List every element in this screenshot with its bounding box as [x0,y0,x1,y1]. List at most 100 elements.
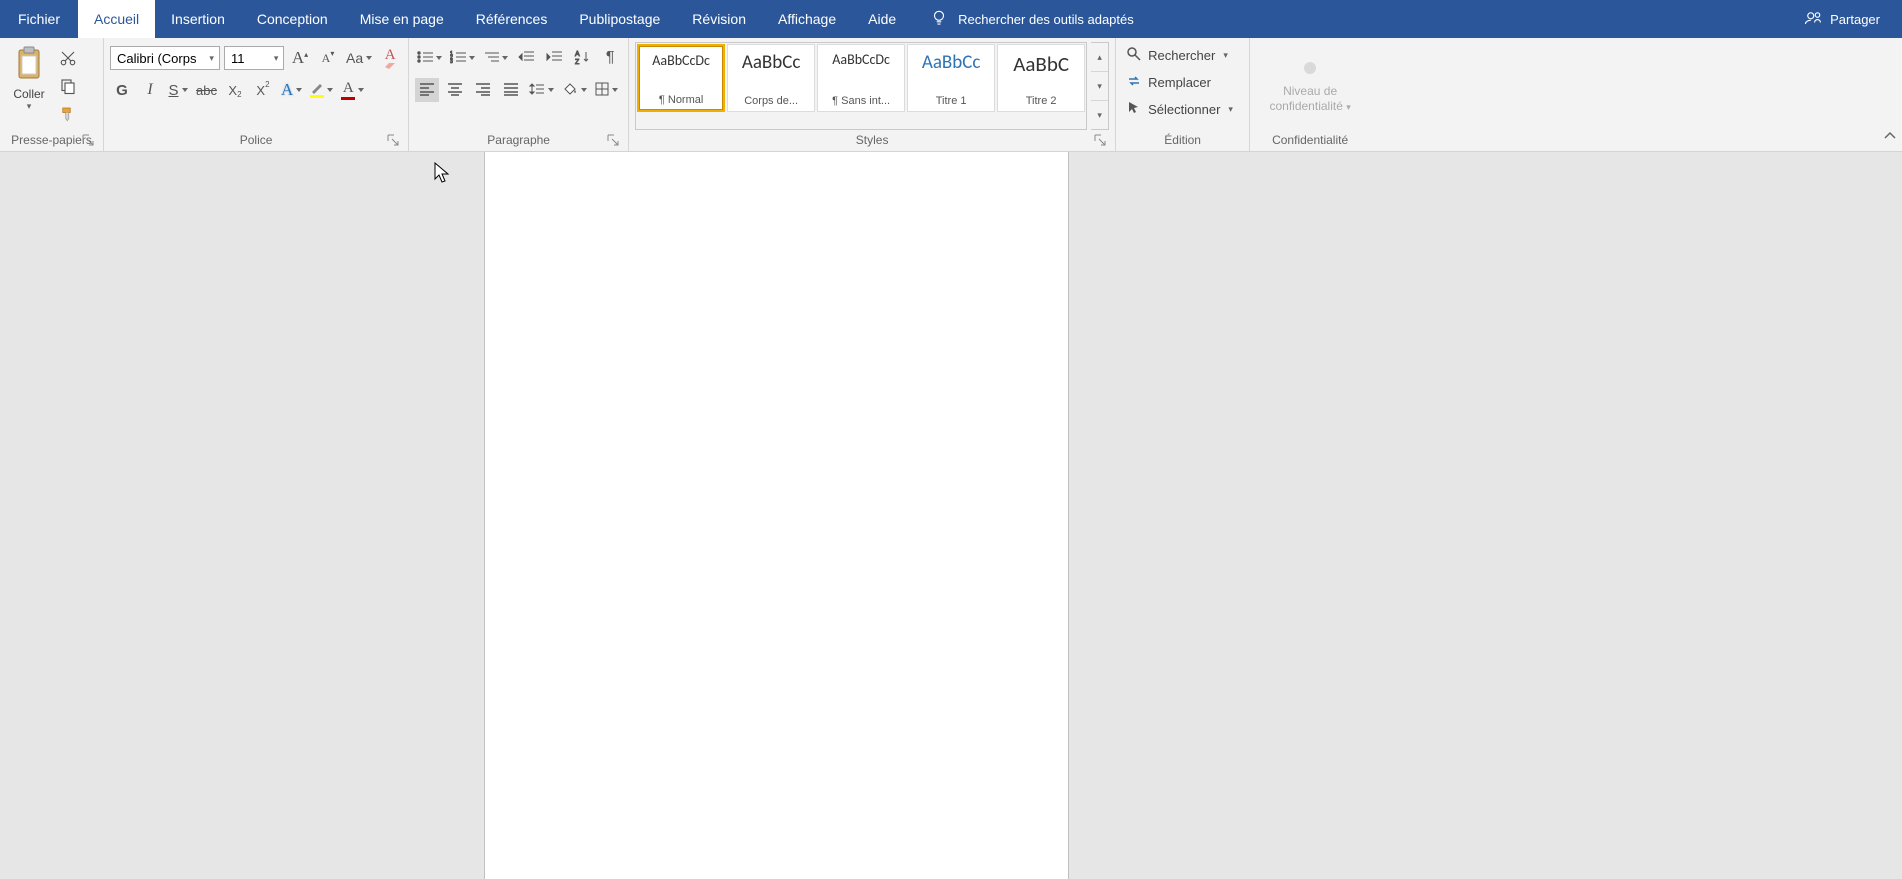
sort-icon: AZ [574,49,590,68]
svg-text:3: 3 [450,59,453,64]
collapse-ribbon-button[interactable] [1882,128,1898,147]
align-left-icon [419,82,435,99]
tab-view[interactable]: Affichage [762,0,852,38]
share-button[interactable]: Partager [1782,0,1902,38]
tell-me-search[interactable]: Rechercher des outils adaptés [912,0,1152,38]
shading-button[interactable] [560,78,589,102]
paragraph-launcher[interactable] [606,133,620,147]
chevron-down-icon[interactable]: ▾ [271,53,281,64]
strikethrough-button[interactable]: abc [194,78,219,102]
styles-scroll: ▴ ▾ ▾ [1091,42,1109,130]
document-workspace[interactable] [0,152,1902,879]
sensitivity-button: Niveau de confidentialité ▾ [1256,42,1364,130]
clear-formatting-button[interactable]: A [378,46,402,70]
clipboard-launcher[interactable] [81,133,95,147]
styles-group-label: Styles [856,133,889,147]
select-button[interactable]: Sélectionner ▾ [1122,98,1237,121]
ribbon: Coller ▾ [0,38,1902,152]
shrink-font-button[interactable]: A▾ [316,46,340,70]
grow-font-button[interactable]: A▴ [288,46,312,70]
align-right-button[interactable] [471,78,495,102]
style-heading-1[interactable]: AaBbCc Titre 1 [907,44,995,112]
underline-button[interactable]: S [166,78,190,102]
align-left-button[interactable] [415,78,439,102]
style-normal[interactable]: AaBbCcDc ¶ Normal [637,44,725,112]
borders-icon [595,82,609,99]
text-effects-button[interactable]: A [279,78,304,102]
group-styles: AaBbCcDc ¶ Normal AaBbCc Corps de... AaB… [629,38,1116,151]
italic-button[interactable]: I [138,78,162,102]
bold-button[interactable]: G [110,78,134,102]
style-no-spacing[interactable]: AaBbCcDc ¶ Sans int... [817,44,905,112]
align-right-icon [475,82,491,99]
share-icon [1804,9,1822,30]
cursor-icon [1126,100,1142,119]
show-marks-button[interactable]: ¶ [598,46,622,70]
font-group-label: Police [240,133,273,147]
clipboard-icon [13,46,45,85]
tab-insert[interactable]: Insertion [155,0,241,38]
style-body-text[interactable]: AaBbCc Corps de... [727,44,815,112]
document-page[interactable] [484,152,1069,879]
group-sensitivity: Niveau de confidentialité ▾ Confidential… [1250,38,1370,151]
tab-help[interactable]: Aide [852,0,912,38]
group-paragraph: 123 AZ ¶ [409,38,629,151]
format-painter-button[interactable] [56,104,80,126]
styles-expand[interactable]: ▾ [1091,101,1108,129]
increase-indent-button[interactable] [542,46,566,70]
cut-button[interactable] [56,48,80,70]
decrease-indent-button[interactable] [514,46,538,70]
group-editing: Rechercher ▾ Remplacer Sélectionner ▾ Éd… [1116,38,1250,151]
paste-button[interactable]: Coller ▾ [6,42,52,130]
justify-button[interactable] [499,78,523,102]
styles-scroll-up[interactable]: ▴ [1091,43,1108,72]
eraser-icon: A [383,48,397,69]
search-icon [1126,46,1142,65]
bullet-list-icon [417,50,433,67]
share-label: Partager [1830,12,1880,27]
font-size-input[interactable] [231,51,271,66]
sort-button[interactable]: AZ [570,46,594,70]
find-button[interactable]: Rechercher ▾ [1122,44,1237,67]
align-center-button[interactable] [443,78,467,102]
borders-button[interactable] [593,78,620,102]
styles-gallery: AaBbCcDc ¶ Normal AaBbCc Corps de... AaB… [635,42,1087,130]
replace-icon [1126,73,1142,92]
font-launcher[interactable] [386,133,400,147]
multilevel-list-button[interactable] [481,46,510,70]
highlight-button[interactable] [308,78,335,102]
font-size-combo[interactable]: ▾ [224,46,284,70]
chevron-down-icon[interactable]: ▾ [206,53,217,64]
font-color-button[interactable]: A [339,78,366,102]
font-name-combo[interactable]: ▾ [110,46,220,70]
paint-bucket-icon [562,82,578,99]
styles-launcher[interactable] [1093,133,1107,147]
styles-scroll-down[interactable]: ▾ [1091,72,1108,101]
copy-button[interactable] [56,76,80,98]
svg-text:A: A [575,51,580,58]
tab-design[interactable]: Conception [241,0,344,38]
tab-references[interactable]: Références [460,0,564,38]
style-heading-2[interactable]: AaBbC Titre 2 [997,44,1085,112]
mouse-cursor-icon [434,162,450,187]
paintbrush-icon [59,105,77,126]
font-name-input[interactable] [117,51,206,66]
line-spacing-button[interactable] [527,78,556,102]
numbering-button[interactable]: 123 [448,46,477,70]
indent-icon [546,50,562,67]
change-case-button[interactable]: Aa [344,46,374,70]
replace-button[interactable]: Remplacer [1122,71,1237,94]
superscript-button[interactable]: X2 [251,78,275,102]
subscript-button[interactable]: X2 [223,78,247,102]
tab-home[interactable]: Accueil [78,0,155,38]
scissors-icon [59,49,77,70]
tab-layout[interactable]: Mise en page [344,0,460,38]
highlighter-icon [310,82,324,98]
tab-mailings[interactable]: Publipostage [563,0,676,38]
bullets-button[interactable] [415,46,444,70]
paste-label: Coller [13,87,44,101]
tab-review[interactable]: Révision [676,0,762,38]
text-effects-icon: A [281,80,293,100]
font-color-icon: A [341,81,355,100]
tab-file[interactable]: Fichier [0,0,78,38]
